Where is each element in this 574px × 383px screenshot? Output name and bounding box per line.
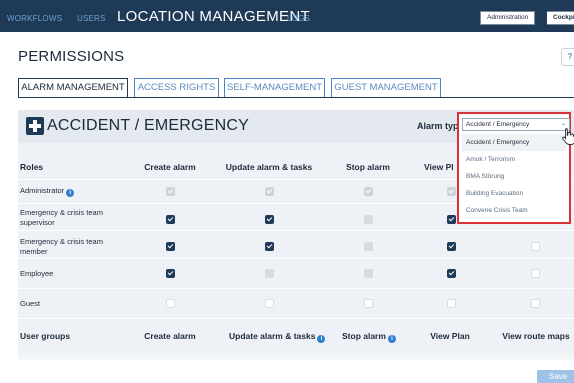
nav-logs[interactable]: LOGS [287,14,310,23]
permission-checkbox [265,187,274,196]
permission-checkbox [364,187,373,196]
alarm-type-select[interactable]: Accident / Emergency ⌄ [462,118,570,131]
role-administrator: Administrator i [20,186,75,197]
row-divider [18,318,574,319]
role-crisis-member: Emergency & crisis team member [20,237,103,256]
tabs-underline [18,97,574,98]
save-button[interactable]: Save [537,370,574,383]
permission-checkbox[interactable] [166,269,175,278]
option-accident-emergency[interactable]: Accident / Emergency [462,134,566,151]
row-divider [18,288,574,289]
permission-checkbox[interactable] [531,269,540,278]
permission-checkbox[interactable] [447,299,456,308]
permission-checkbox[interactable] [447,242,456,251]
permission-checkbox[interactable] [531,242,540,251]
column-create-alarm: Create alarm [144,162,196,172]
nav-users[interactable]: USERS [77,14,106,23]
help-button[interactable]: ? [561,48,574,66]
nav-workflows[interactable]: WORKFLOWS [7,14,62,23]
group-column-update-alarm-tasks: Update alarm & tasks i [229,331,326,343]
tab-access-rights[interactable]: ACCESS RIGHTS [134,78,219,97]
permission-checkbox[interactable] [531,299,540,308]
tab-guest-management[interactable]: GUEST MANAGEMENT [331,78,441,97]
row-divider [18,230,574,231]
roles-header: Roles [20,162,44,172]
permission-checkbox[interactable] [265,299,274,308]
role-crisis-supervisor: Emergency & crisis team supervisor [20,208,103,227]
permission-checkbox[interactable] [166,215,175,224]
role-guest: Guest [20,299,41,308]
medical-cross-icon [26,117,44,135]
administration-button[interactable]: Administration [480,11,536,25]
column-view-plan: View Pl [424,162,454,172]
permission-checkbox [364,269,373,278]
permission-checkbox[interactable] [364,299,373,308]
permission-checkbox [447,187,456,196]
permission-checkbox[interactable] [166,242,175,251]
permission-checkbox[interactable] [447,269,456,278]
alarm-type-title: ACCIDENT / EMERGENCY [47,117,249,134]
row-divider [18,258,574,259]
permission-checkbox [166,187,175,196]
permission-checkbox [265,269,274,278]
permission-checkbox[interactable] [166,299,175,308]
info-icon[interactable]: i [66,189,75,197]
permission-checkbox [364,215,373,224]
option-convene-crisis-team[interactable]: Convene Crisis Team [462,202,566,219]
group-column-create-alarm: Create alarm [144,331,196,341]
info-icon[interactable]: i [317,335,326,343]
option-amok-terrorism[interactable]: Amok / Terrorism [462,151,566,168]
tab-self-management[interactable]: SELF-MANAGEMENT [224,78,325,97]
permission-checkbox[interactable] [447,215,456,224]
column-update-alarm-tasks: Update alarm & tasks [225,162,313,172]
group-column-view-route-maps: View route maps [502,331,570,341]
hand-pointer-icon [562,128,574,145]
tab-alarm-management[interactable]: ALARM MANAGEMENT [18,78,128,97]
group-column-stop-alarm: Stop alarm i [342,331,396,343]
nav-location-management[interactable]: LOCATION MANAGEMENT [117,8,310,25]
option-bma-storung[interactable]: BMA Störung [462,168,566,185]
permission-checkbox [364,242,373,251]
option-building-evacuation[interactable]: Building Evacuation [462,185,566,202]
cockpit-button[interactable]: Cockpit [547,11,574,25]
group-column-view-plan: View Plan [430,331,470,341]
permission-checkbox[interactable] [265,242,274,251]
page-title: PERMISSIONS [18,48,125,65]
table-scroll-fade [18,350,574,360]
column-stop-alarm: Stop alarm [346,162,390,172]
permission-checkbox[interactable] [265,215,274,224]
info-icon[interactable]: i [387,335,396,343]
user-groups-header: User groups [20,331,71,341]
role-employee: Employee [20,269,54,278]
